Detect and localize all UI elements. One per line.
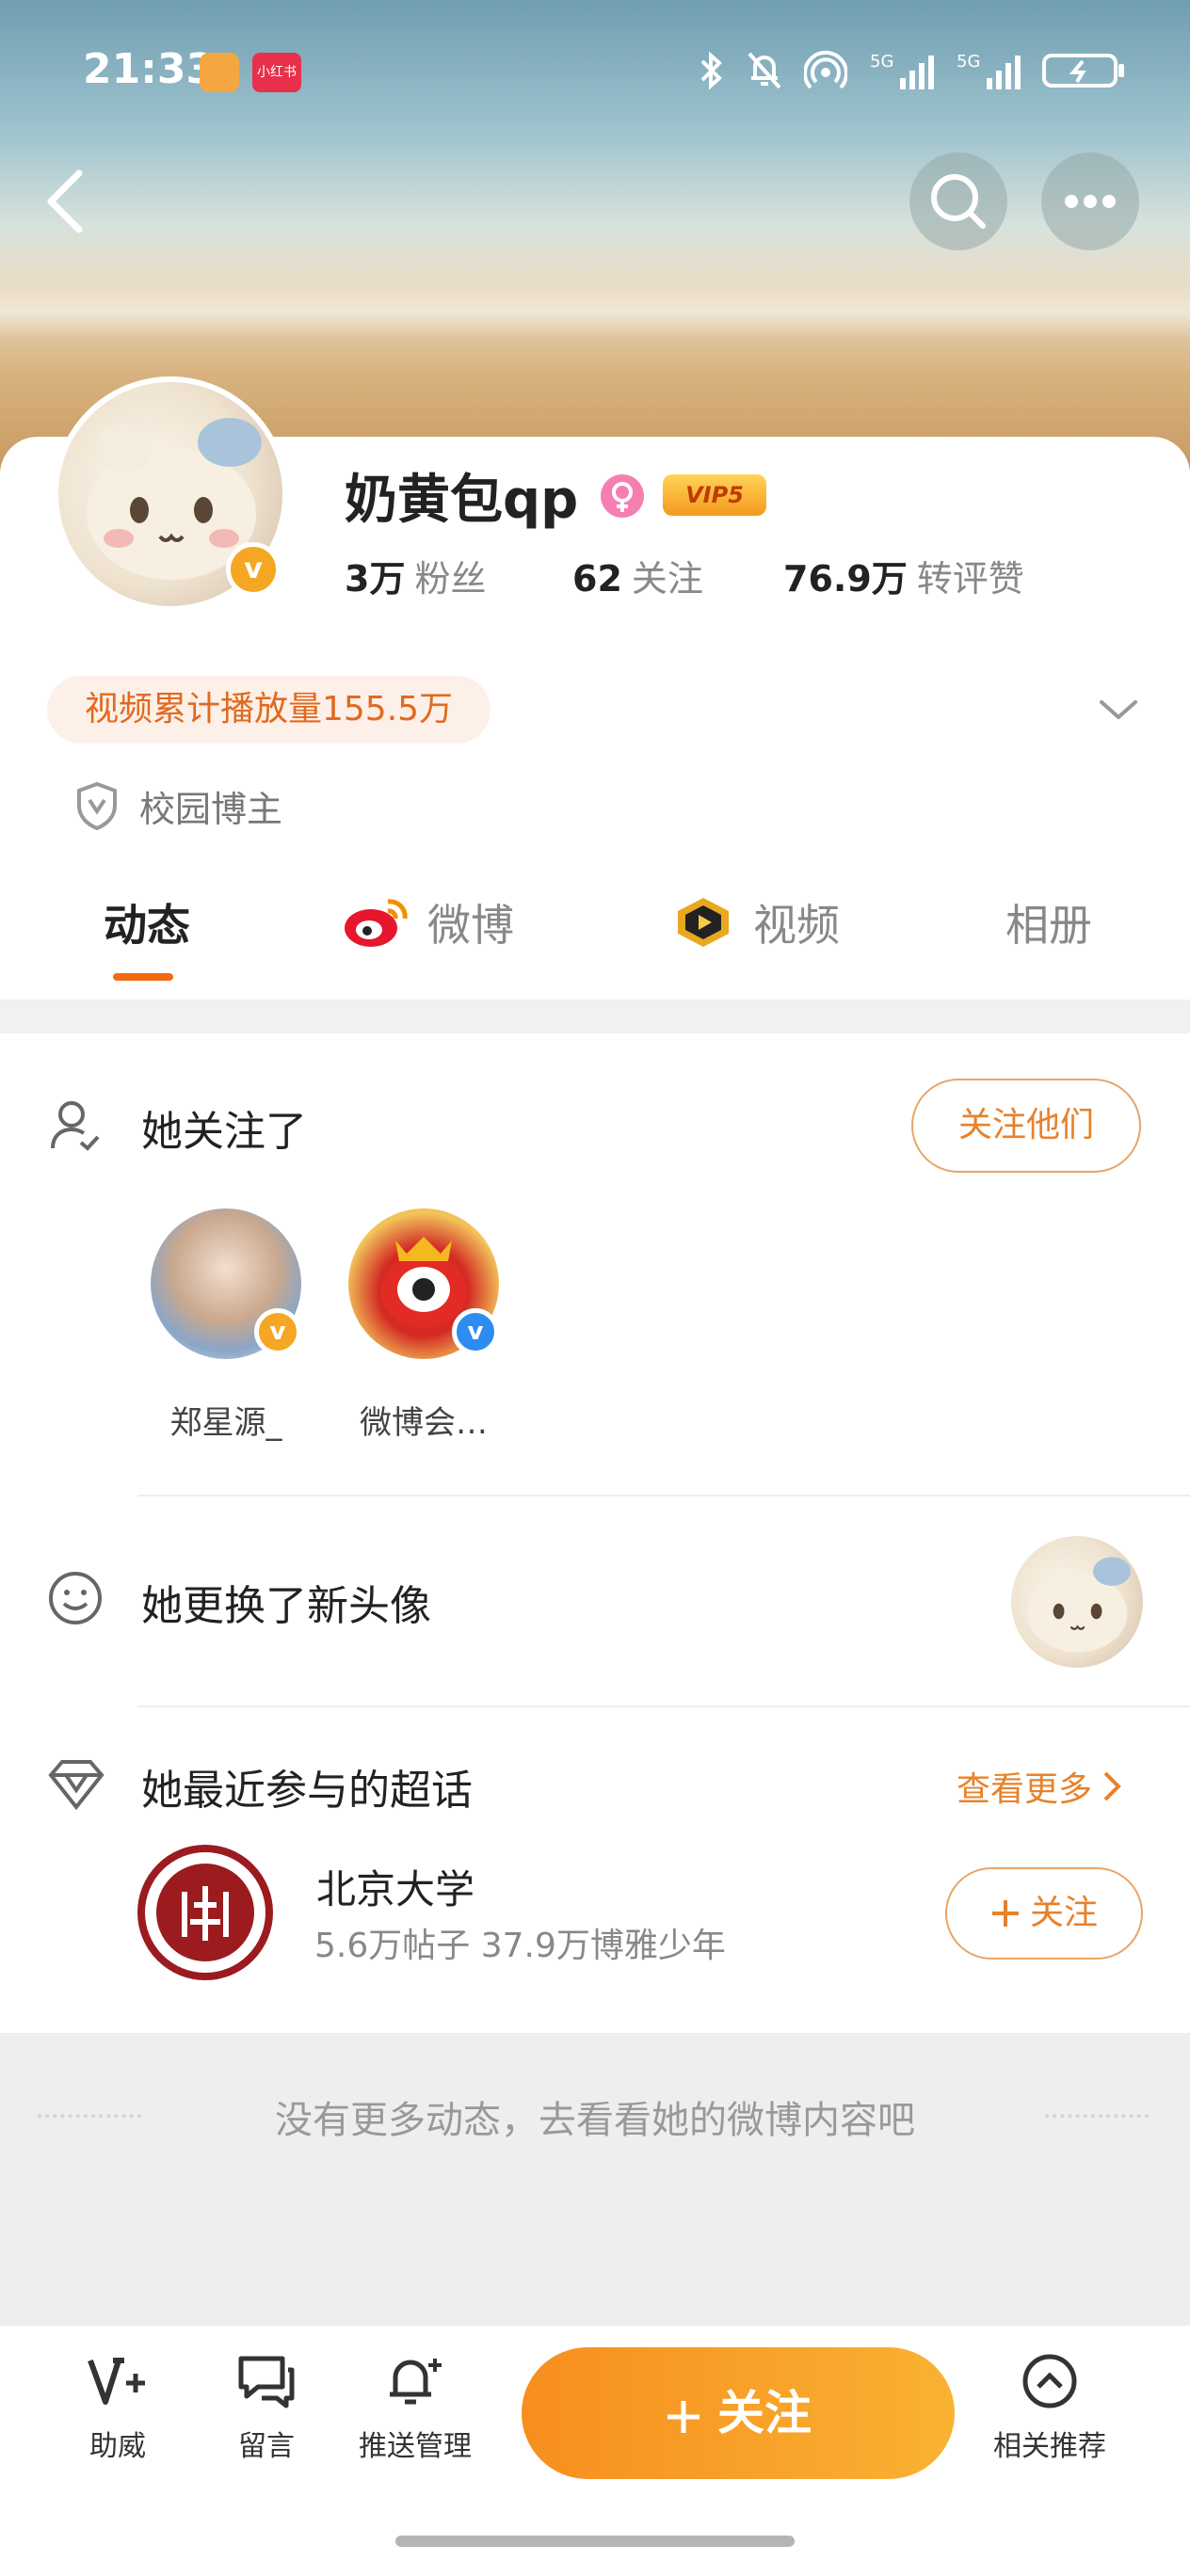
see-more-link[interactable]: 查看更多 xyxy=(957,1762,1124,1811)
chevron-down-icon xyxy=(1100,700,1137,720)
message-button[interactable]: 留言 xyxy=(196,2353,337,2464)
battery-icon xyxy=(1042,54,1124,88)
home-indicator xyxy=(395,2536,795,2547)
section-separator xyxy=(0,1000,1190,1033)
banner-wave xyxy=(0,282,1190,339)
tab-label: 动态 xyxy=(104,900,190,951)
stat-value: 3万 xyxy=(345,558,406,600)
stat-followers[interactable]: 3万 粉丝 xyxy=(345,550,486,601)
chevron-up-circle-icon xyxy=(1022,2354,1077,2408)
shield-check-icon xyxy=(77,781,117,830)
tab-album[interactable]: 相册 xyxy=(1005,885,1092,960)
feed-end-area xyxy=(0,2033,1190,2334)
expand-button[interactable] xyxy=(1096,687,1141,736)
active-tab-indicator xyxy=(113,973,173,981)
following-title: 她关注了 xyxy=(141,1108,307,1156)
campus-tag-label: 校园博主 xyxy=(139,788,283,830)
tab-videos[interactable]: 视频 xyxy=(670,885,840,960)
profile-tabs: 动态 微博 视频 相册 xyxy=(0,885,1190,969)
vip-badge[interactable]: VIP5 xyxy=(663,474,766,516)
follow-button-label: 关注 xyxy=(717,2386,812,2440)
tab-label: 相册 xyxy=(1005,900,1092,951)
avatar-art xyxy=(1027,1557,1132,1653)
svg-text:5G: 5G xyxy=(957,52,980,72)
tab-weibo[interactable]: 微博 xyxy=(341,885,514,960)
divider xyxy=(137,1705,1190,1707)
profile-name: 奶黄包qp xyxy=(345,470,579,531)
bluetooth-icon xyxy=(700,51,722,90)
stat-value: 76.9万 xyxy=(783,558,908,600)
chevron-right-icon xyxy=(1103,1771,1121,1801)
divider xyxy=(137,1495,1190,1496)
topic-follow-button[interactable]: 关注 xyxy=(945,1867,1143,1960)
followed-user-name[interactable]: 郑星源_ xyxy=(132,1397,320,1443)
plus-icon xyxy=(991,1900,1019,1927)
status-time: 21:33 xyxy=(83,45,216,93)
cheer-v-plus-icon xyxy=(88,2358,145,2405)
svg-text:5G: 5G xyxy=(870,52,893,72)
diamond-icon xyxy=(47,1758,105,1815)
no-more-posts-text: 没有更多动态，去看看她的微博内容吧 xyxy=(275,2099,915,2142)
signal-5g-icon: 5G xyxy=(870,52,934,89)
topic-meta: 5.6万帖子 37.9万博雅少年 xyxy=(314,1927,726,1965)
related-recommend-label: 相关推荐 xyxy=(993,2430,1106,2463)
more-dots-icon xyxy=(1065,195,1116,208)
follow-button[interactable]: 关注 xyxy=(522,2347,955,2479)
super-topics-title: 她最近参与的超话 xyxy=(141,1767,473,1815)
followed-user-name[interactable]: 微博会… xyxy=(330,1397,518,1443)
topic-follow-label: 关注 xyxy=(1029,1894,1098,1932)
tab-label: 微博 xyxy=(427,900,514,951)
new-avatar-thumbnail[interactable] xyxy=(1011,1536,1143,1668)
push-settings-label: 推送管理 xyxy=(359,2430,472,2463)
user-follow-icon xyxy=(49,1097,102,1158)
related-recommend-button[interactable]: 相关推荐 xyxy=(979,2353,1120,2464)
search-button[interactable] xyxy=(909,152,1007,250)
topic-name[interactable]: 北京大学 xyxy=(316,1858,474,1915)
verified-badge-icon: v xyxy=(254,1308,301,1355)
stat-label: 粉丝 xyxy=(414,558,487,600)
tab-label: 视频 xyxy=(753,900,840,951)
notification-app-badge: 小红书 xyxy=(252,53,301,92)
plus-icon xyxy=(667,2400,700,2433)
push-settings-button[interactable]: 推送管理 xyxy=(345,2353,486,2464)
pku-logo-inner xyxy=(156,1864,254,1961)
female-gender-icon xyxy=(601,474,644,518)
back-button[interactable] xyxy=(38,166,94,237)
cheer-button[interactable]: 助威 xyxy=(47,2353,188,2464)
search-icon xyxy=(931,174,986,229)
verified-badge-icon: v xyxy=(226,542,281,597)
stat-likes[interactable]: 76.9万 转评赞 xyxy=(783,550,1024,601)
hotspot-icon xyxy=(804,50,847,89)
message-label: 留言 xyxy=(238,2430,295,2463)
weibo-logo-icon xyxy=(345,899,408,947)
more-button[interactable] xyxy=(1041,152,1139,250)
video-badge-icon xyxy=(678,898,729,947)
stat-following[interactable]: 62 关注 xyxy=(572,550,703,601)
smile-icon xyxy=(47,1570,104,1630)
stat-label: 转评赞 xyxy=(916,558,1024,600)
tab-dynamics[interactable]: 动态 xyxy=(104,885,190,960)
verified-badge-blue-icon: v xyxy=(452,1308,499,1355)
mute-bell-icon xyxy=(748,52,781,89)
video-plays-badge[interactable]: 视频累计播放量155.5万 xyxy=(47,676,491,744)
message-icon xyxy=(238,2356,295,2408)
back-arrow-icon xyxy=(47,169,83,233)
stat-label: 关注 xyxy=(631,558,703,600)
cheer-label: 助威 xyxy=(89,2430,146,2463)
see-more-label: 查看更多 xyxy=(957,1770,1093,1809)
follow-them-button[interactable]: 关注他们 xyxy=(911,1079,1141,1173)
campus-blogger-tag[interactable]: 校园博主 xyxy=(75,777,282,834)
status-icons: 5G 5G xyxy=(697,47,1126,94)
avatar-change-title: 她更换了新头像 xyxy=(141,1582,431,1630)
stat-value: 62 xyxy=(572,558,622,600)
bell-plus-icon xyxy=(390,2359,442,2405)
notification-app-icon xyxy=(200,53,239,92)
signal-5g-icon-2: 5G xyxy=(957,52,1021,89)
